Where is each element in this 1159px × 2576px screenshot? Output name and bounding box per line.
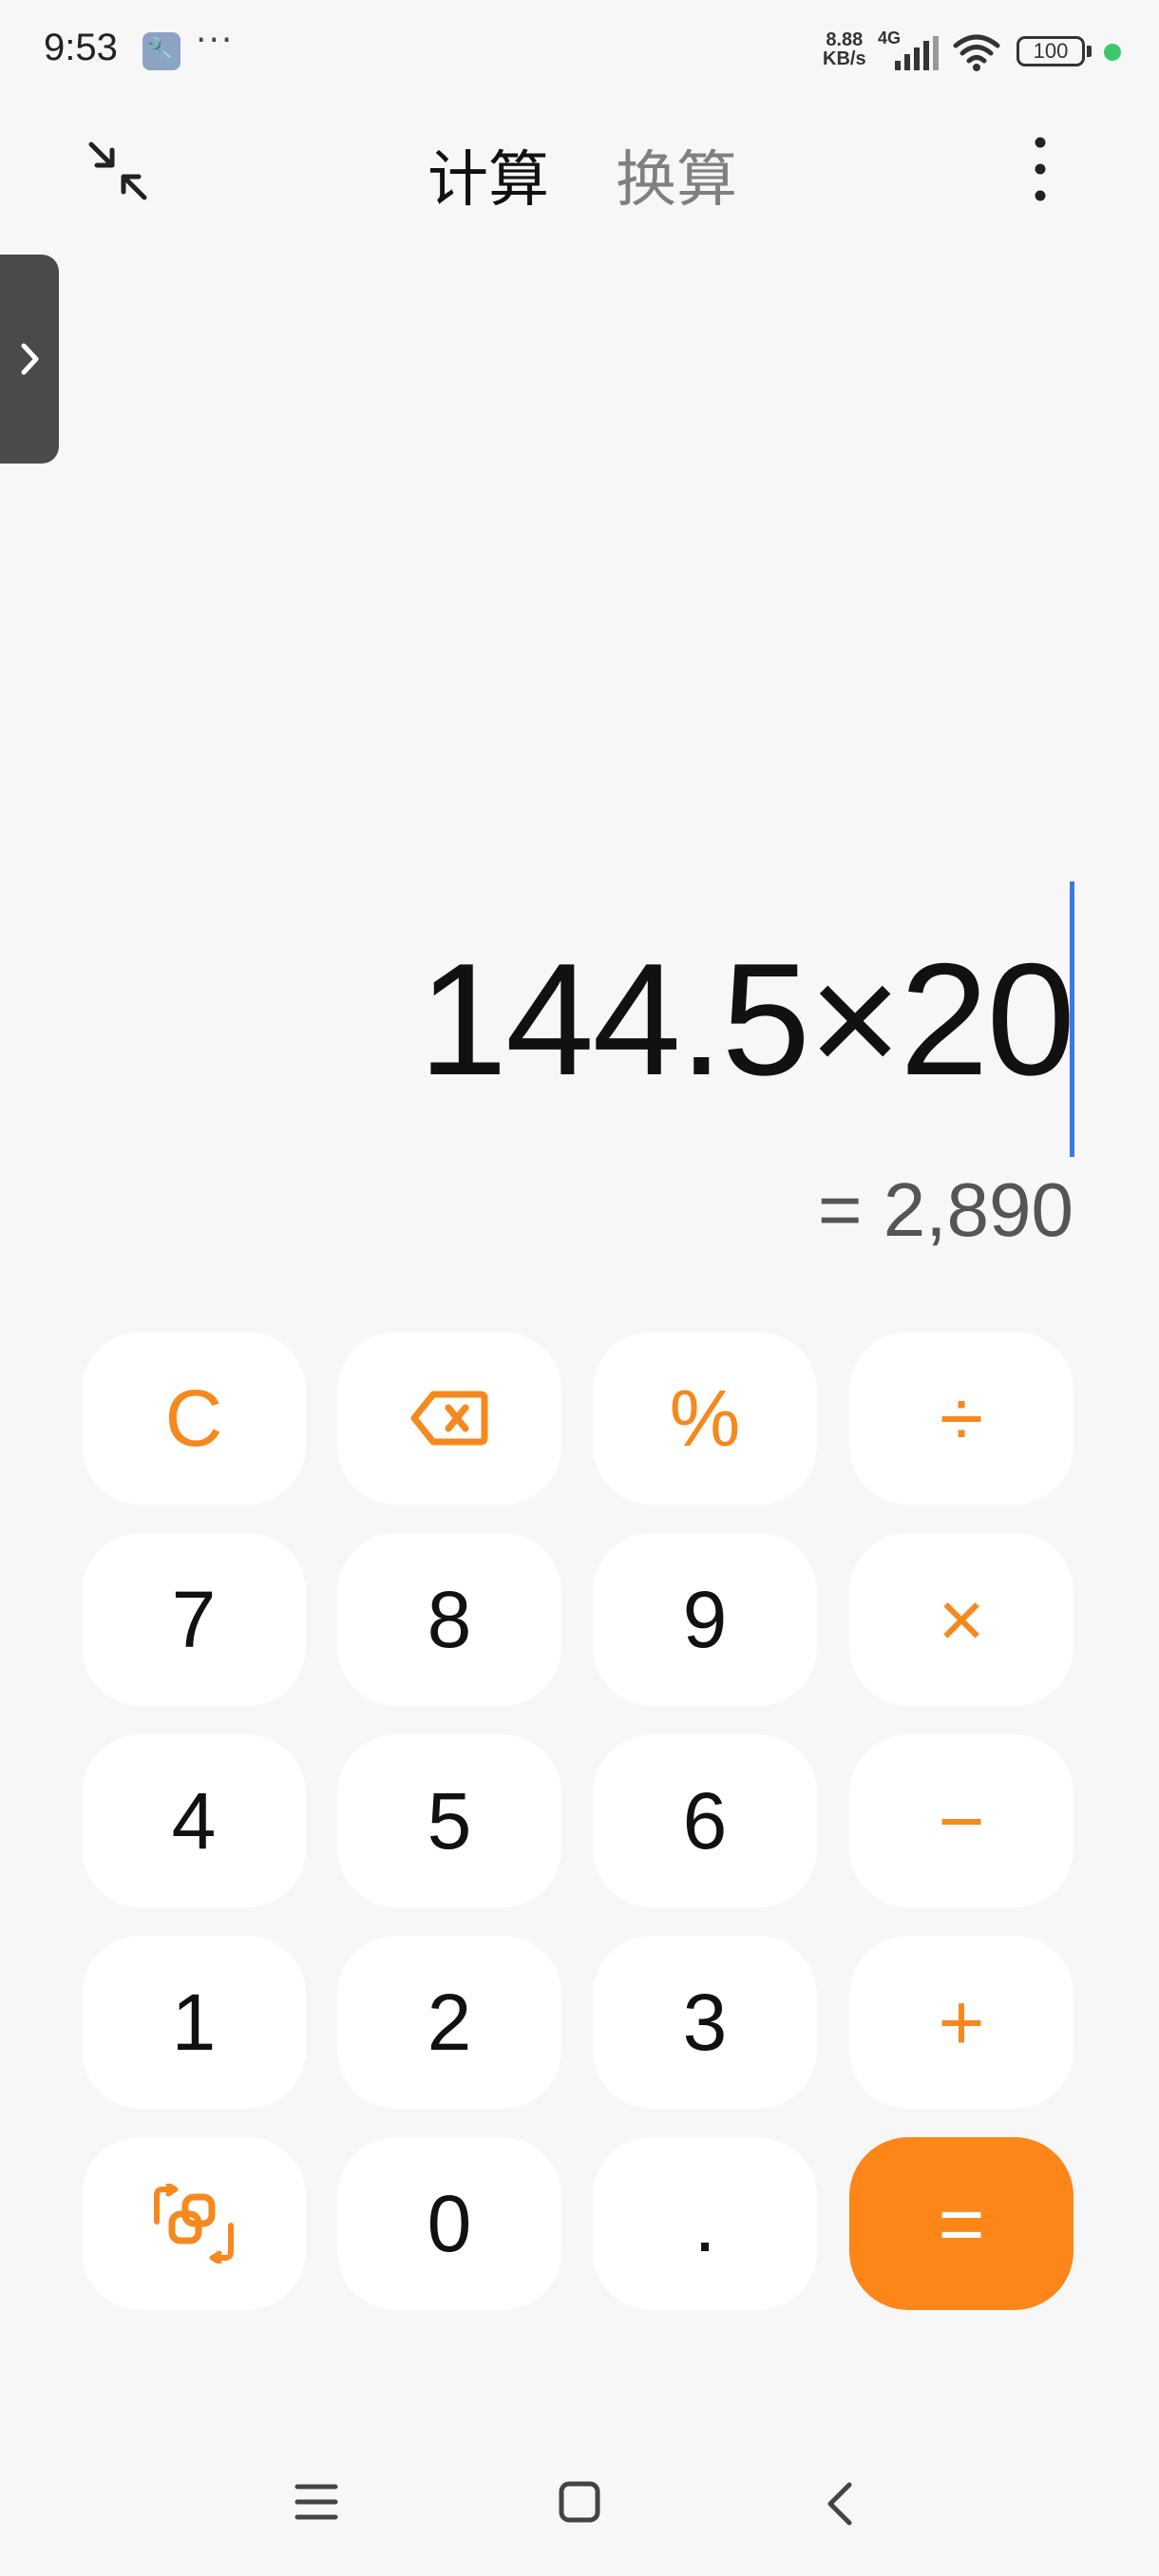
nav-back-icon[interactable] bbox=[823, 2481, 855, 2527]
tool-notification-icon: 🔧 bbox=[142, 32, 180, 70]
nav-home-icon[interactable] bbox=[559, 2481, 600, 2523]
divide-button[interactable]: ÷ bbox=[849, 1332, 1074, 1505]
switch-mode-icon bbox=[154, 2184, 234, 2263]
digit-3-button[interactable]: 3 bbox=[593, 1936, 817, 2109]
network-speed-unit: KB/s bbox=[823, 48, 866, 69]
signal-icon bbox=[895, 36, 939, 70]
more-notifications-indicator: ··· bbox=[196, 21, 235, 60]
collapse-icon[interactable] bbox=[84, 137, 152, 205]
status-time: 9:53 bbox=[44, 27, 118, 68]
side-panel-handle[interactable] bbox=[0, 255, 59, 464]
backspace-button[interactable] bbox=[337, 1332, 561, 1505]
chevron-right-icon bbox=[21, 343, 39, 375]
network-speed-value: 8.88 bbox=[826, 29, 864, 50]
minus-button[interactable]: − bbox=[849, 1734, 1074, 1907]
more-vertical-icon[interactable] bbox=[1026, 133, 1054, 205]
digit-4-button[interactable]: 4 bbox=[82, 1734, 306, 1907]
network-speed: 8.88 KB/s bbox=[823, 30, 866, 68]
battery-tip bbox=[1087, 46, 1092, 57]
digit-5-button[interactable]: 5 bbox=[337, 1734, 561, 1907]
nav-menu-icon[interactable] bbox=[294, 2481, 338, 2523]
privacy-indicator-dot bbox=[1104, 44, 1121, 61]
battery-icon: 100 bbox=[1016, 36, 1085, 66]
result-text: = 2,890 bbox=[817, 1167, 1074, 1252]
tab-convert[interactable]: 换算 bbox=[616, 131, 737, 218]
status-bar: 9:53 🔧 ··· 8.88 KB/s 4G 100 bbox=[0, 0, 1159, 104]
text-cursor bbox=[1070, 881, 1074, 1157]
equals-button[interactable]: = bbox=[849, 2137, 1074, 2310]
digit-9-button[interactable]: 9 bbox=[593, 1533, 817, 1706]
expression-text: 144.5×20 bbox=[418, 929, 1075, 1108]
plus-button[interactable]: + bbox=[849, 1936, 1074, 2109]
digit-1-button[interactable]: 1 bbox=[82, 1936, 306, 2109]
digit-7-button[interactable]: 7 bbox=[82, 1533, 306, 1706]
expression-display[interactable]: 144.5×20 bbox=[418, 881, 1075, 1157]
digit-8-button[interactable]: 8 bbox=[337, 1533, 561, 1706]
digit-6-button[interactable]: 6 bbox=[593, 1734, 817, 1907]
multiply-button[interactable]: × bbox=[849, 1533, 1074, 1706]
percent-button[interactable]: % bbox=[593, 1332, 817, 1505]
wifi-icon bbox=[953, 34, 1000, 71]
switch-mode-button[interactable] bbox=[82, 2137, 306, 2310]
backspace-icon bbox=[410, 1391, 488, 1446]
header: 计算 换算 bbox=[0, 114, 1159, 218]
clear-button[interactable]: C bbox=[82, 1332, 306, 1505]
digit-0-button[interactable]: 0 bbox=[337, 2137, 561, 2310]
decimal-point-button[interactable]: . bbox=[593, 2137, 817, 2310]
digit-2-button[interactable]: 2 bbox=[337, 1936, 561, 2109]
tab-calculate[interactable]: 计算 bbox=[428, 131, 549, 218]
